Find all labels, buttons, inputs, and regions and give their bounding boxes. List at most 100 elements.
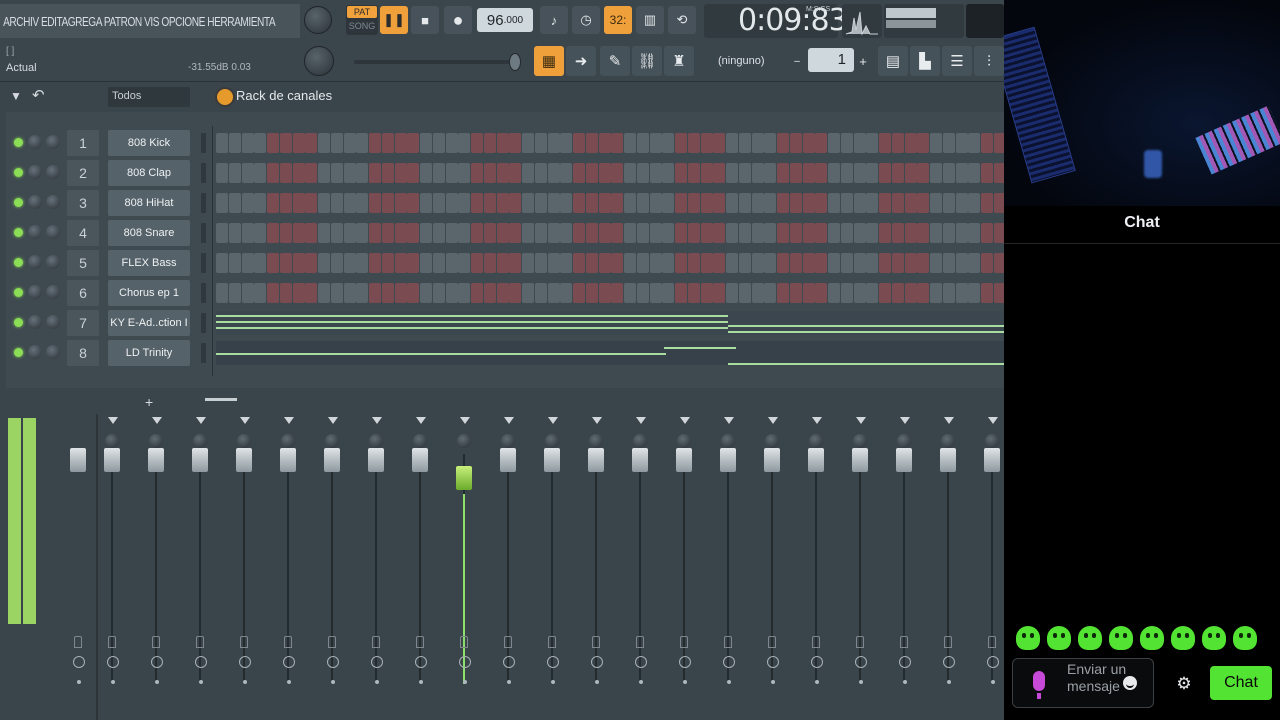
step-button[interactable]	[216, 133, 228, 153]
step-button[interactable]	[254, 133, 267, 153]
step-button[interactable]	[228, 133, 241, 153]
step-button[interactable]	[369, 163, 381, 183]
step-button[interactable]	[764, 223, 777, 243]
mixer-fader-track[interactable]	[331, 454, 333, 684]
lock-icon[interactable]	[460, 636, 468, 648]
mixer-fader-track[interactable]	[419, 454, 421, 684]
step-button[interactable]	[330, 163, 343, 183]
step-button[interactable]	[547, 133, 560, 153]
mixer-dot[interactable]	[331, 680, 335, 684]
step-button[interactable]	[636, 133, 649, 153]
step-button[interactable]	[802, 283, 815, 303]
step-button[interactable]	[662, 133, 675, 153]
step-button[interactable]	[432, 253, 445, 273]
clock-icon[interactable]	[151, 656, 163, 668]
channel-select[interactable]	[201, 313, 206, 333]
step-button[interactable]	[356, 253, 369, 273]
step-button[interactable]	[560, 163, 573, 183]
piano-roll-preview[interactable]	[216, 341, 1004, 365]
step-button[interactable]	[624, 133, 636, 153]
clock-icon[interactable]	[415, 656, 427, 668]
mixer-dot[interactable]	[947, 680, 951, 684]
step-button[interactable]	[369, 193, 381, 213]
tempo-value[interactable]: 96	[487, 12, 504, 29]
step-button[interactable]	[407, 223, 420, 243]
step-button[interactable]	[815, 163, 828, 183]
step-button[interactable]	[611, 193, 624, 213]
step-button[interactable]	[343, 133, 356, 153]
master-volume-track[interactable]	[354, 60, 520, 64]
mixer-fader[interactable]	[280, 448, 296, 472]
step-button[interactable]	[815, 223, 828, 243]
step-button[interactable]	[509, 133, 522, 153]
step-button[interactable]	[305, 193, 318, 213]
step-button[interactable]	[228, 163, 241, 183]
step-button[interactable]	[279, 253, 292, 273]
step-button[interactable]	[483, 163, 496, 183]
step-button[interactable]	[254, 193, 267, 213]
step-button[interactable]	[713, 193, 726, 213]
step-button[interactable]	[356, 223, 369, 243]
pattern-select[interactable]: (ninguno)	[718, 50, 782, 72]
step-button[interactable]	[343, 193, 356, 213]
step-button[interactable]	[879, 133, 891, 153]
mixer-dot[interactable]	[551, 680, 555, 684]
main-volume-knob[interactable]	[304, 6, 332, 34]
mixer-pan-knob[interactable]	[149, 434, 163, 448]
emote-bar[interactable]	[1016, 626, 1276, 652]
settings-icon[interactable]: ⚙	[1174, 674, 1194, 694]
channel-select[interactable]	[201, 133, 206, 153]
channel-pan-knob[interactable]	[28, 255, 42, 269]
step-button[interactable]	[560, 193, 573, 213]
mixer-pan-knob[interactable]	[941, 434, 955, 448]
step-button[interactable]	[496, 163, 509, 183]
step-button[interactable]	[573, 283, 585, 303]
channel-number[interactable]: 7	[67, 310, 99, 336]
step-button[interactable]	[483, 283, 496, 303]
step-button[interactable]	[305, 283, 318, 303]
step-button[interactable]	[942, 223, 955, 243]
mixer-dot[interactable]	[639, 680, 643, 684]
step-button[interactable]	[228, 253, 241, 273]
step-button[interactable]	[522, 133, 534, 153]
step-button[interactable]	[611, 223, 624, 243]
mixer-route-arrow-icon[interactable]	[328, 417, 338, 424]
step-button[interactable]	[930, 253, 942, 273]
channel-number[interactable]: 5	[67, 250, 99, 276]
step-button[interactable]	[343, 163, 356, 183]
step-button[interactable]	[407, 283, 420, 303]
step-button[interactable]	[381, 193, 394, 213]
playlist-button[interactable]: ▤	[878, 46, 908, 76]
step-button[interactable]	[381, 223, 394, 243]
step-button[interactable]	[241, 223, 254, 243]
step-button[interactable]	[305, 253, 318, 273]
mixer-fader-track[interactable]	[551, 454, 553, 684]
mixer-fader[interactable]	[984, 448, 1000, 472]
step-button[interactable]	[828, 283, 840, 303]
lock-icon[interactable]	[108, 636, 116, 648]
mixer-strip[interactable]	[972, 414, 1004, 720]
step-button[interactable]	[420, 253, 432, 273]
clock-icon[interactable]	[767, 656, 779, 668]
step-button[interactable]	[241, 253, 254, 273]
step-button[interactable]	[649, 223, 662, 243]
step-button[interactable]	[764, 283, 777, 303]
pat-song-toggle[interactable]: PAT SONG	[346, 5, 378, 35]
mixer-dot[interactable]	[287, 680, 291, 684]
step-button[interactable]	[942, 163, 955, 183]
channel-volume-knob[interactable]	[46, 195, 60, 209]
step-button[interactable]	[649, 133, 662, 153]
clock-icon[interactable]	[107, 656, 119, 668]
mixer-route-arrow-icon[interactable]	[240, 417, 250, 424]
clock-icon[interactable]	[459, 656, 471, 668]
channel-filter-select[interactable]: Todos	[108, 87, 190, 107]
step-button[interactable]	[866, 253, 879, 273]
mixer-dot[interactable]	[111, 680, 115, 684]
mixer-strip[interactable]	[708, 414, 752, 720]
channel-name[interactable]: LD Trinity	[108, 340, 190, 366]
emote-icon[interactable]	[1140, 626, 1164, 650]
step-button[interactable]	[904, 223, 917, 243]
step-button[interactable]	[981, 223, 993, 243]
step-button[interactable]	[853, 223, 866, 243]
step-button[interactable]	[662, 163, 675, 183]
